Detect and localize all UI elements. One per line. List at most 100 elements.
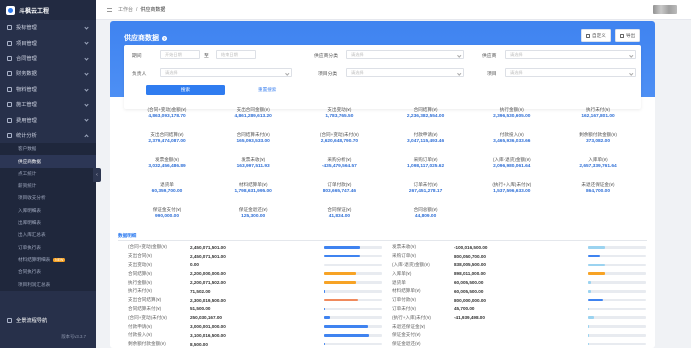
detail-row: 订单付款(¥) 800,000,000.00	[392, 296, 646, 305]
search-button[interactable]: 搜索	[146, 85, 225, 95]
sidebar-item[interactable]: 施工管理	[0, 97, 96, 112]
sidebar-item-label: 投标管理	[16, 25, 37, 32]
summary-cell[interactable]: 执行未付(¥) 162,167,801.00	[555, 106, 641, 131]
sidebar-item[interactable]: 统计分析	[0, 128, 96, 143]
summary-cell[interactable]: 采购分析(¥) -435,479,564.57	[296, 156, 382, 181]
customize-button[interactable]: 自定义	[581, 29, 611, 42]
submenu-item[interactable]: 供应商数据	[0, 155, 96, 168]
submenu-item[interactable]: 订单执行表	[0, 242, 96, 254]
submenu-item[interactable]: 客户数据	[0, 143, 96, 155]
summary-grid: (合同+变动)金额(¥) 4,863,093,178.70 支出合同金额(¥) 4,8…	[124, 106, 641, 231]
project-select[interactable]: 请选择	[505, 68, 636, 77]
detail-value: 71,502.00	[190, 288, 211, 294]
detail-progress-bar	[588, 325, 646, 328]
summary-cell[interactable]: (入库-退货)金额(¥) 2,096,980,061.64	[469, 156, 555, 181]
summary-cell[interactable]: 退货单 60,359,700.00	[124, 181, 210, 206]
summary-value: 864,700.00	[585, 189, 610, 194]
submenu-item[interactable]: 入库明细表	[0, 205, 96, 217]
user-avatar[interactable]	[653, 5, 677, 14]
summary-label: 保证金支付(¥)	[152, 207, 182, 212]
submenu-item[interactable]: 点工统计	[0, 168, 96, 180]
period-start-input[interactable]: 开始日期	[160, 50, 200, 59]
summary-cell[interactable]: 合同保证(¥) 41,834.00	[296, 206, 382, 231]
summary-cell[interactable]: 付款投入(¥) 3,465,936,033.66	[469, 131, 555, 156]
summary-cell[interactable]: (执行+入库)未付(¥) 1,537,596,633.00	[469, 181, 555, 206]
bid-icon	[7, 25, 12, 31]
project-category-placeholder: 请选择	[351, 69, 364, 75]
summary-cell[interactable]: 未退还保证金(¥) 864,700.00	[555, 181, 641, 206]
detail-progress-bar	[324, 246, 382, 249]
summary-cell[interactable]: 支出变动(¥) 1,783,765.50	[296, 106, 382, 131]
summary-cell[interactable]: 付款申请(¥) 3,047,115,493.46	[383, 131, 469, 156]
project-category-label: 项目分类	[318, 72, 338, 77]
summary-cell[interactable]: 支出合同金额(¥) 4,861,289,613.20	[210, 106, 296, 131]
project-category-select[interactable]: 请选择	[346, 68, 464, 77]
sidebar-item[interactable]: 物料管理	[0, 82, 96, 97]
supplier-select[interactable]: 请选择	[505, 50, 636, 59]
summary-cell[interactable]: 保证金退还(¥) 125,300.00	[210, 206, 296, 231]
submenu-item-label: 合同执行表	[18, 269, 41, 275]
sidebar-item[interactable]: 投标管理	[0, 20, 96, 35]
detail-value: 800,000,000.00	[454, 297, 486, 303]
summary-cell[interactable]: 保证金支付(¥) 990,000.00	[124, 206, 210, 231]
summary-cell[interactable]: 合同总额(¥) 44,809.00	[383, 206, 469, 231]
summary-cell[interactable]: 发票未收(¥) 163,997,511.93	[210, 156, 296, 181]
sidebar-item[interactable]: 合同管理	[0, 51, 96, 66]
summary-cell[interactable]: 剩余额付款金额(¥) 373,082.00	[555, 131, 641, 156]
sidebar-item[interactable]: 费用管理	[0, 112, 96, 127]
summary-label: 未退还保证金(¥)	[581, 182, 615, 187]
menu-toggle-icon[interactable]	[107, 7, 112, 12]
summary-value: 373,082.00	[585, 139, 610, 144]
breadcrumb-home[interactable]: 工作台	[118, 6, 133, 13]
summary-label: 采购分析(¥)	[327, 157, 352, 162]
summary-cell[interactable]: 材料结算单(¥) 1,798,631,995.00	[210, 181, 296, 206]
help-icon[interactable]: ?	[162, 35, 167, 41]
sidebar-collapse-button[interactable]: ‹	[93, 168, 101, 182]
summary-cell[interactable]: 发票金额(¥) 3,032,456,486.89	[124, 156, 210, 181]
period-end-input[interactable]: 结束日期	[216, 50, 256, 59]
person-select[interactable]: 请选择	[160, 68, 292, 77]
submenu-item[interactable]: 出库明细表	[0, 217, 96, 229]
summary-label: 支出合同金额(¥)	[236, 107, 270, 112]
summary-label: 合同结算未付(¥)	[236, 132, 270, 137]
submenu-item[interactable]: 出入库汇总表	[0, 229, 96, 241]
panorama-nav-item[interactable]: 全景流程导航	[0, 313, 96, 328]
detail-row: 采购订单(¥) 800,050,700.00	[392, 252, 646, 261]
reset-search-link[interactable]: 重置搜索	[258, 87, 276, 93]
summary-cell[interactable]: 订单付款(¥) 803,665,747.46	[296, 181, 382, 206]
summary-cell[interactable]: 执行金额(¥) 2,396,530,605.00	[469, 106, 555, 131]
summary-cell[interactable]: (合同+变动)金额(¥) 4,863,093,178.70	[124, 106, 210, 131]
summary-cell[interactable]: (合同+变动)未付(¥) 2,620,648,790.70	[296, 131, 382, 156]
summary-label: 订单未付(¥)	[413, 182, 438, 187]
chevron-down-icon	[456, 52, 461, 57]
sidebar-bottom: 全景流程导航	[0, 313, 96, 328]
summary-cell[interactable]: 支出合同结算(¥) 2,379,474,087.00	[124, 131, 210, 156]
detail-progress-bar	[324, 254, 382, 258]
summary-label: 支出变动(¥)	[327, 107, 352, 112]
submenu-item[interactable]: 薪资统计	[0, 180, 96, 192]
submenu-item[interactable]: 项目收支分析	[0, 192, 96, 204]
detail-progress-bar	[588, 272, 646, 275]
submenu-item[interactable]: 项目利润汇总表	[0, 278, 96, 290]
submenu-item[interactable]: 合同执行表	[0, 266, 96, 278]
detail-value: -100,016,500.00	[454, 244, 488, 250]
detail-progress-bar	[588, 316, 646, 319]
sidebar-item[interactable]: 财务数据	[0, 66, 96, 81]
summary-cell[interactable]: 入库单(¥) 2,657,339,761.64	[555, 156, 641, 181]
export-label: 导出	[626, 32, 636, 38]
detail-row: 合同结算(¥) 2,200,000,000.00	[128, 269, 382, 278]
app-logo[interactable]: 斗枫云工程	[0, 0, 96, 20]
summary-value: 1,798,631,995.00	[234, 189, 272, 194]
summary-cell[interactable]: 订单未付(¥) 267,451,278.17	[383, 181, 469, 206]
sidebar-item[interactable]: 项目管理	[0, 35, 96, 50]
summary-cell[interactable]: 合同结算(¥) 2,236,382,554.00	[383, 106, 469, 131]
supplier-category-select[interactable]: 请选择	[346, 50, 464, 59]
page-title: 供应商数据 ?	[124, 33, 167, 43]
summary-cell[interactable]: 采购订单(¥) 1,098,117,025.62	[383, 156, 469, 181]
detail-progress-bar	[588, 342, 646, 346]
detail-value: 60,005,500.00	[454, 288, 484, 294]
submenu-item[interactable]: 材料结算明细表 NEW	[0, 254, 96, 266]
export-button[interactable]: 导出	[615, 29, 641, 42]
summary-cell[interactable]: 合同结算未付(¥) 165,093,533.00	[210, 131, 296, 156]
summary-value: 44,809.00	[414, 214, 437, 219]
